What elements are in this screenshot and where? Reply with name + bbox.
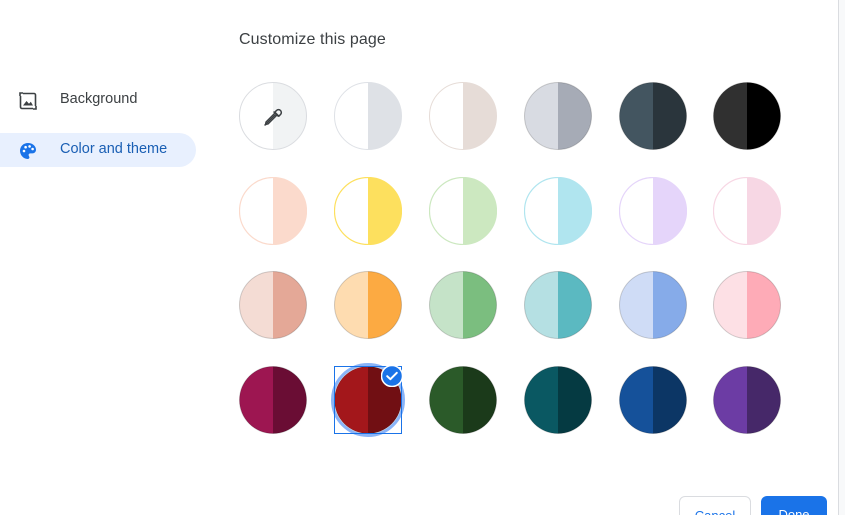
- sidebar-item-label: Background: [60, 91, 138, 107]
- swatch-peach-light[interactable]: [239, 177, 307, 245]
- image-icon: [18, 91, 38, 111]
- sidebar-item-label: Color and theme: [60, 141, 168, 157]
- done-button[interactable]: Done: [761, 496, 827, 515]
- checkmark-icon: [380, 364, 404, 388]
- swatch-yellow-light[interactable]: [334, 177, 402, 245]
- dialog-edge: [838, 0, 845, 515]
- swatch-lavender-light[interactable]: [619, 177, 687, 245]
- cancel-button[interactable]: Cancel: [679, 496, 751, 515]
- swatch-black[interactable]: [713, 82, 781, 150]
- sidebar-item-background[interactable]: Background: [0, 83, 196, 117]
- swatch-rose[interactable]: [239, 271, 307, 339]
- swatch-teal[interactable]: [524, 271, 592, 339]
- swatch-cool-grey[interactable]: [524, 82, 592, 150]
- swatch-custom-color[interactable]: [239, 82, 307, 150]
- swatch-purple[interactable]: [713, 366, 781, 434]
- swatch-blue[interactable]: [619, 271, 687, 339]
- swatch-aqua-light[interactable]: [524, 177, 592, 245]
- swatch-green-light[interactable]: [429, 177, 497, 245]
- swatch-orange[interactable]: [334, 271, 402, 339]
- swatch-green[interactable]: [429, 271, 497, 339]
- sidebar-item-color-and-theme[interactable]: Color and theme: [0, 133, 196, 167]
- swatch-pink-light[interactable]: [713, 177, 781, 245]
- swatch-navy[interactable]: [619, 366, 687, 434]
- swatch-deep-teal[interactable]: [524, 366, 592, 434]
- swatch-forest[interactable]: [429, 366, 497, 434]
- palette-icon: [18, 141, 38, 161]
- swatch-pink[interactable]: [713, 271, 781, 339]
- swatch-magenta[interactable]: [239, 366, 307, 434]
- page-title: Customize this page: [239, 31, 386, 48]
- swatch-warm-grey[interactable]: [429, 82, 497, 150]
- customize-dialog: Customize this page Background Color and…: [0, 0, 845, 515]
- swatch-slate[interactable]: [619, 82, 687, 150]
- swatch-light-grey[interactable]: [334, 82, 402, 150]
